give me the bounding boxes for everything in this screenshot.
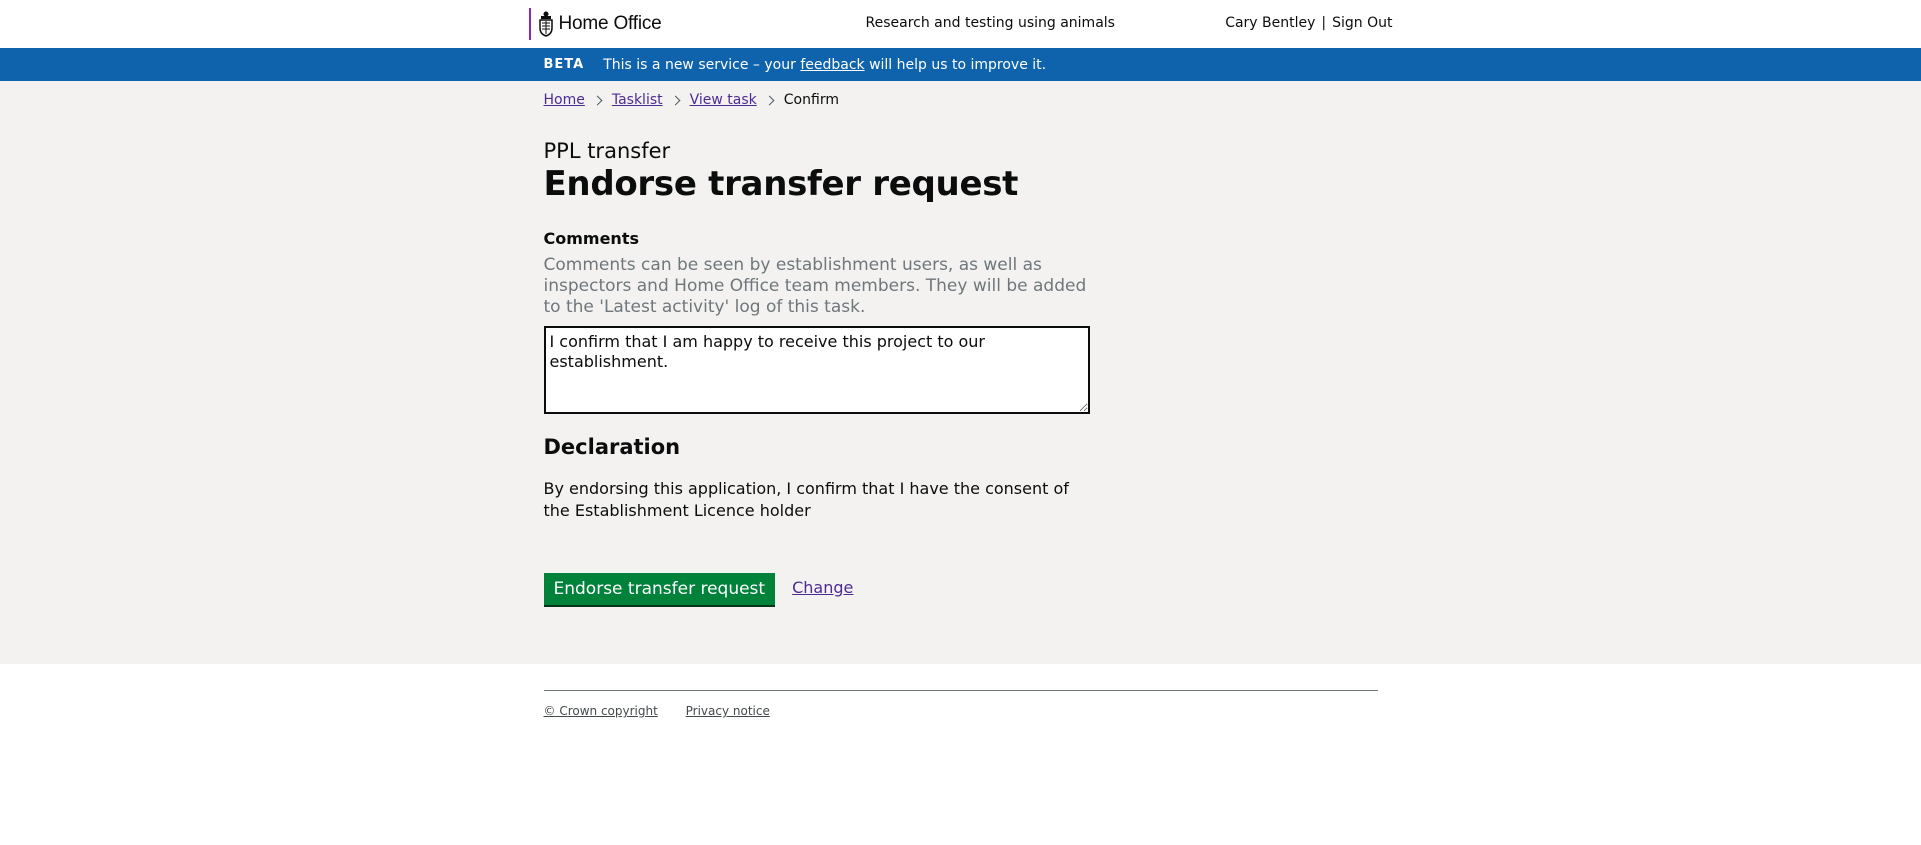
- breadcrumb-home[interactable]: Home: [544, 92, 585, 108]
- beta-text-after: will help us to improve it.: [869, 56, 1047, 73]
- page-caption: PPL transfer: [543, 139, 671, 163]
- beta-tag: BETA: [543, 57, 585, 72]
- comments-label: Comments: [543, 229, 640, 249]
- chevron-right-icon: [592, 95, 603, 105]
- home-office-logo[interactable]: Home Office: [528, 8, 662, 40]
- brand-name: Home Office: [558, 13, 662, 34]
- user-nav: Cary Bentley | Sign Out: [1225, 15, 1392, 31]
- beta-text: This is a new service – your feedback wi…: [603, 57, 1046, 73]
- chevron-right-icon: [764, 95, 775, 105]
- service-name-link[interactable]: Research and testing using animals: [866, 15, 1115, 31]
- change-link[interactable]: Change: [792, 578, 853, 597]
- comments-textarea[interactable]: I confirm that I am happy to receive thi…: [543, 326, 1090, 415]
- feedback-link[interactable]: feedback: [800, 57, 864, 73]
- beta-text-before: This is a new service – your: [603, 56, 796, 73]
- declaration-heading: Declaration: [543, 435, 681, 460]
- chevron-right-icon: [670, 95, 681, 105]
- declaration-text: By endorsing this application, I confirm…: [543, 479, 1069, 521]
- breadcrumb: Home Tasklist View task Confirm: [544, 81, 1378, 108]
- nav-separator: |: [1321, 15, 1327, 31]
- main-content: Home Tasklist View task Confirm PPL tran…: [0, 81, 1921, 664]
- privacy-notice-link[interactable]: Privacy notice: [686, 704, 770, 718]
- sign-out-link[interactable]: Sign Out: [1332, 15, 1392, 31]
- site-footer: © Crown copyright Privacy notice: [0, 690, 1921, 718]
- user-name: Cary Bentley: [1225, 15, 1316, 31]
- endorse-transfer-button[interactable]: Endorse transfer request: [543, 573, 776, 606]
- page-title: Endorse transfer request: [543, 164, 1019, 204]
- comments-hint: Comments can be seen by establishment us…: [543, 255, 1087, 318]
- royal-crest-icon: [538, 11, 553, 37]
- breadcrumb-current: Confirm: [783, 92, 839, 108]
- beta-banner: BETA This is a new service – your feedba…: [0, 48, 1921, 81]
- crown-copyright-link[interactable]: © Crown copyright: [544, 704, 658, 718]
- comments-field-wrap: I confirm that I am happy to receive thi…: [543, 326, 1090, 415]
- form-actions: Endorse transfer request Change: [543, 573, 1378, 606]
- breadcrumb-view-task[interactable]: View task: [690, 92, 757, 108]
- site-header: Home Office Research and testing using a…: [0, 0, 1921, 48]
- breadcrumb-tasklist[interactable]: Tasklist: [612, 92, 663, 108]
